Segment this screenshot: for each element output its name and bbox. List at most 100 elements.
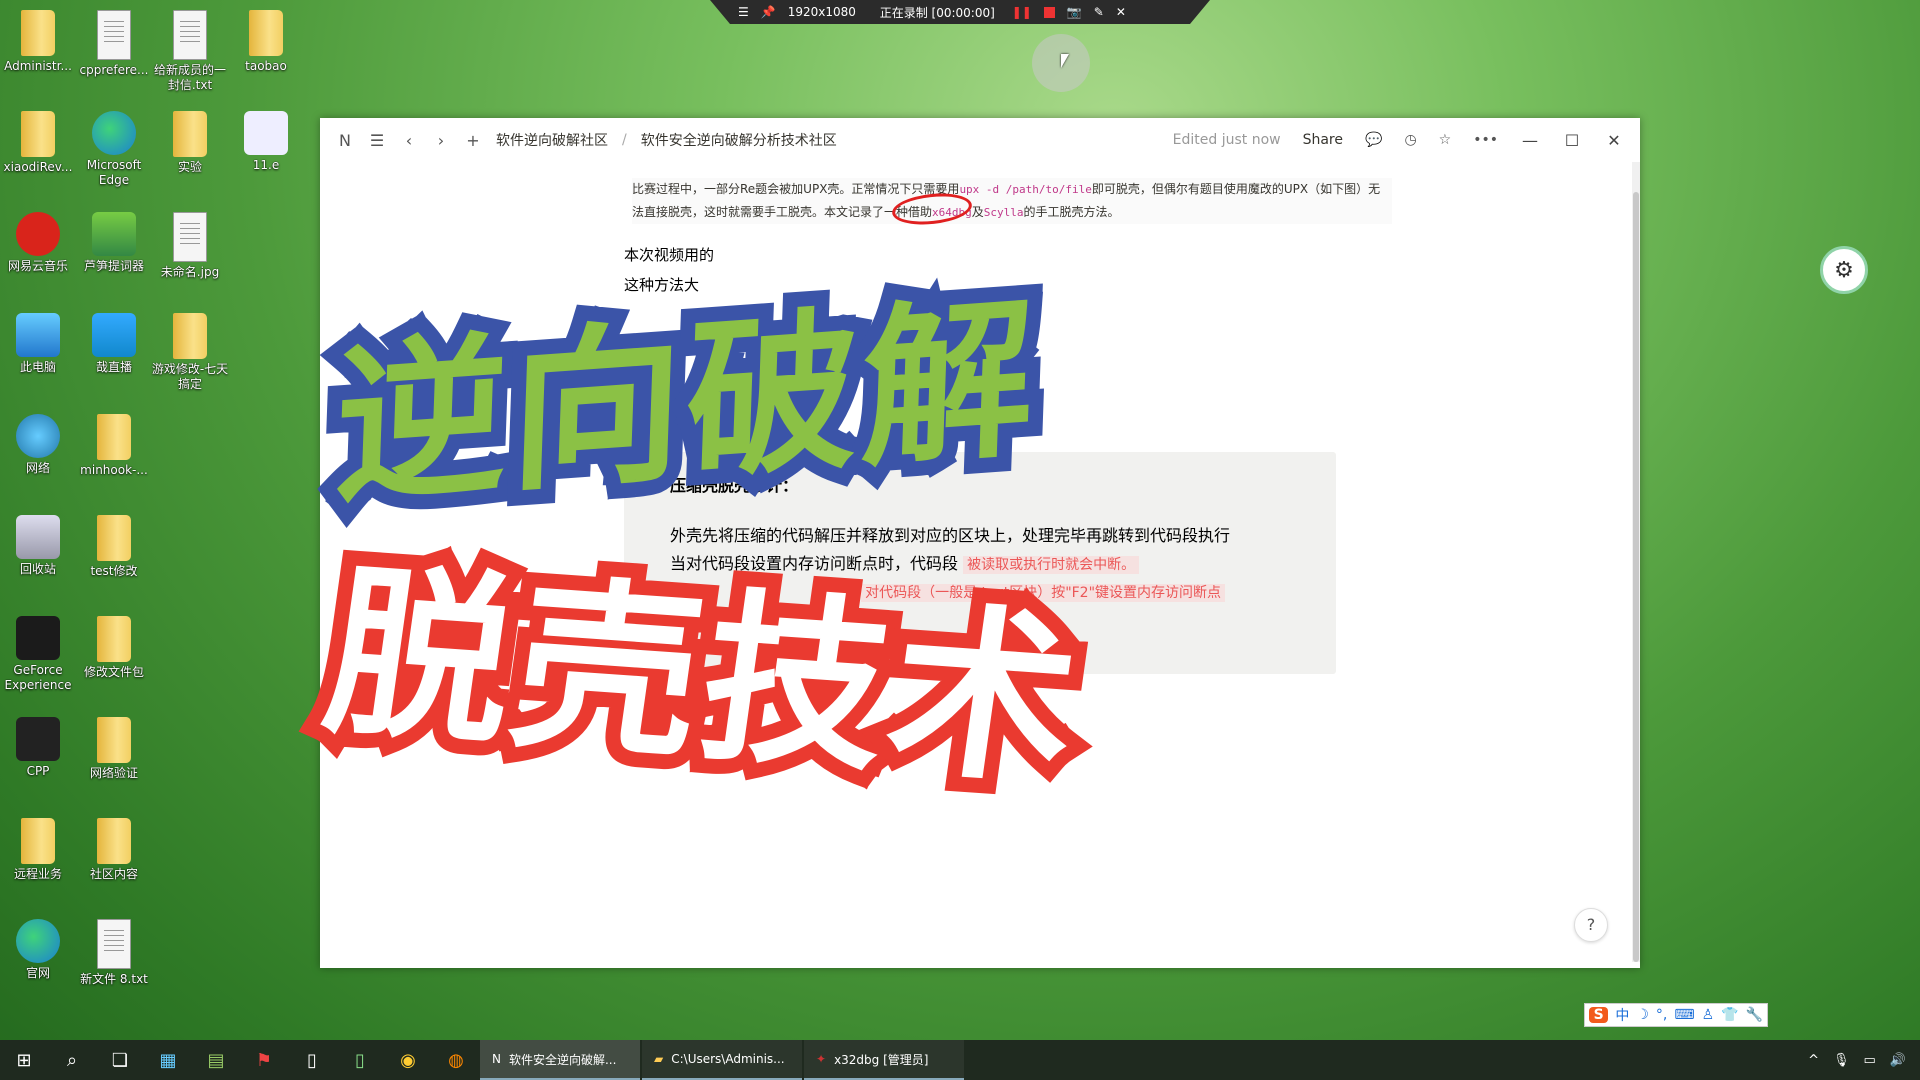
task-view-icon[interactable]: ❏ [96,1040,144,1080]
desktop-icon-label: 社区内容 [89,867,138,881]
overlay-title-reverse: 逆向破解 [317,262,1056,543]
desktop-icon[interactable]: 修改文件包 [74,612,154,680]
firefox-icon[interactable]: ◍ [432,1040,480,1080]
desktop-icon[interactable]: 实验 [150,107,230,175]
floating-assistant-icon[interactable]: ⚙ [1820,246,1868,294]
desktop-icon-label: CPP [26,764,50,778]
maximize-icon[interactable]: ☐ [1562,131,1582,150]
scrollbar[interactable] [1632,162,1640,962]
close-icon[interactable]: ✕ [1116,5,1126,19]
share-button[interactable]: Share [1303,132,1343,148]
inline-code-scylla: Scylla [983,206,1024,219]
desktop-icon[interactable]: cpprefere... [74,6,154,78]
menu-icon[interactable]: ☰ [738,5,749,19]
desktop-icon-label: 网易云音乐 [7,259,68,273]
desktop-icon[interactable]: 官网 [0,915,78,981]
new-file-icon[interactable]: ▯ [336,1040,384,1080]
desktop-icon[interactable]: CPP [0,713,78,779]
image-file-icon [173,212,207,262]
taskbar-app-explorer[interactable]: ▰ C:\Users\Adminis... [642,1040,802,1080]
desktop-icon[interactable]: 此电脑 [0,309,78,375]
sidebar-menu-icon[interactable]: ☰ [368,131,386,150]
breadcrumb-parent[interactable]: 软件逆向破解社区 [496,130,608,150]
desktop-icon[interactable]: 网络验证 [74,713,154,781]
help-button[interactable]: ? [1574,908,1608,942]
notion-icon: N [492,1052,501,1066]
window-close-icon[interactable]: ✕ [1604,131,1624,150]
desktop-icon[interactable]: test修改 [74,511,154,579]
desktop-icon[interactable]: 社区内容 [74,814,154,882]
app-red-icon[interactable]: ⚑ [240,1040,288,1080]
folder-icon [97,414,131,460]
desktop-icon[interactable]: 哉直播 [74,309,154,375]
desktop-icon[interactable]: Microsoft Edge [74,107,154,188]
volume-icon[interactable]: 🔊 [1890,1053,1906,1068]
live-icon [92,313,136,357]
desktop-icon[interactable]: minhook-... [74,410,154,478]
sogou-logo-icon[interactable]: S [1589,1007,1609,1023]
folder-icon [249,10,283,56]
desktop-icon-label: 此电脑 [19,360,56,374]
nvidia-icon [16,616,60,660]
desktop-icon[interactable]: GeForce Experience [0,612,78,693]
desktop-icon[interactable]: 未命名.jpg [150,208,230,280]
desktop-icon-label: 给新成员的一封信.txt [153,63,226,92]
edge-icon [16,919,60,963]
desktop-icon-label: 哉直播 [95,360,132,374]
desktop-icon-label: 新文件 8.txt [80,972,148,986]
camera-icon[interactable]: 📷 [1067,5,1082,19]
network-tray-icon[interactable]: ▭ [1864,1053,1876,1068]
desktop-icon-label: test修改 [90,564,138,578]
mouse-cursor [1061,54,1069,68]
notepad-plus-icon[interactable]: ▤ [192,1040,240,1080]
chrome-icon[interactable]: ◉ [384,1040,432,1080]
desktop-icon[interactable]: xiaodiRev... [0,107,78,175]
pin-icon[interactable]: 📌 [761,5,776,19]
desktop-icon[interactable]: 芦笋提词器 [74,208,154,274]
desktop-icon[interactable]: 回收站 [0,511,78,577]
history-clock-icon[interactable]: ◷ [1404,132,1416,148]
desktop-icon-label: 回收站 [19,562,56,576]
back-arrow-icon[interactable]: ‹ [400,131,418,150]
taskbar-app-label: 软件安全逆向破解... [508,1052,617,1067]
stop-icon[interactable] [1043,6,1055,18]
search-icon[interactable]: ⌕ [48,1040,96,1080]
skin-icon[interactable]: 👕 [1721,1007,1738,1023]
wrench-icon[interactable]: 🔧 [1746,1007,1763,1023]
desktop-icon[interactable]: 游戏修改-七天搞定 [150,309,230,392]
punctuation-icon[interactable]: °, [1656,1007,1667,1023]
favorite-star-icon[interactable]: ☆ [1439,132,1452,148]
network-icon [16,414,60,458]
comment-icon[interactable]: 💬 [1365,132,1382,148]
desktop-icon[interactable]: 远程业务 [0,814,78,882]
desktop-icon[interactable]: Administr... [0,6,78,74]
pause-icon[interactable]: ❚❚ [1012,5,1032,19]
store-icon[interactable]: ▦ [144,1040,192,1080]
new-page-plus-icon[interactable]: + [464,131,482,150]
desktop-icon[interactable]: 网络 [0,410,78,476]
microphone-icon[interactable]: 🎙 [1833,1053,1850,1068]
windows-start-icon[interactable]: ⊞ [0,1040,48,1080]
desktop-icon[interactable]: 11.e [226,107,306,173]
more-options-icon[interactable]: ••• [1473,132,1498,148]
netease-music-icon [16,212,60,256]
folder-icon [97,515,131,561]
ime-mode[interactable]: 中 [1615,1005,1629,1025]
tray-expand-icon[interactable]: ^ [1808,1053,1819,1068]
forward-arrow-icon[interactable]: › [432,131,450,150]
desktop-icon-label: 修改文件包 [83,665,144,679]
file-icon[interactable]: ▯ [288,1040,336,1080]
taskbar-app-x32dbg[interactable]: ✦ x32dbg [管理员] [804,1040,964,1080]
minimize-icon[interactable]: — [1520,131,1540,150]
moon-icon[interactable]: ☽ [1636,1007,1649,1023]
taskbar-app-notion[interactable]: N 软件安全逆向破解... [480,1040,640,1080]
folder-icon [21,111,55,157]
desktop-icon[interactable]: 网易云音乐 [0,208,78,274]
desktop-icon[interactable]: 给新成员的一封信.txt [150,6,230,93]
desktop-icon[interactable]: 新文件 8.txt [74,915,154,987]
pen-icon[interactable]: ✎ [1094,5,1104,19]
desktop-icon[interactable]: taobao [226,6,306,74]
breadcrumb-current[interactable]: 软件安全逆向破解分析技术社区 [641,130,837,150]
user-icon[interactable]: ♙ [1702,1007,1715,1023]
keyboard-icon[interactable]: ⌨ [1674,1007,1694,1023]
